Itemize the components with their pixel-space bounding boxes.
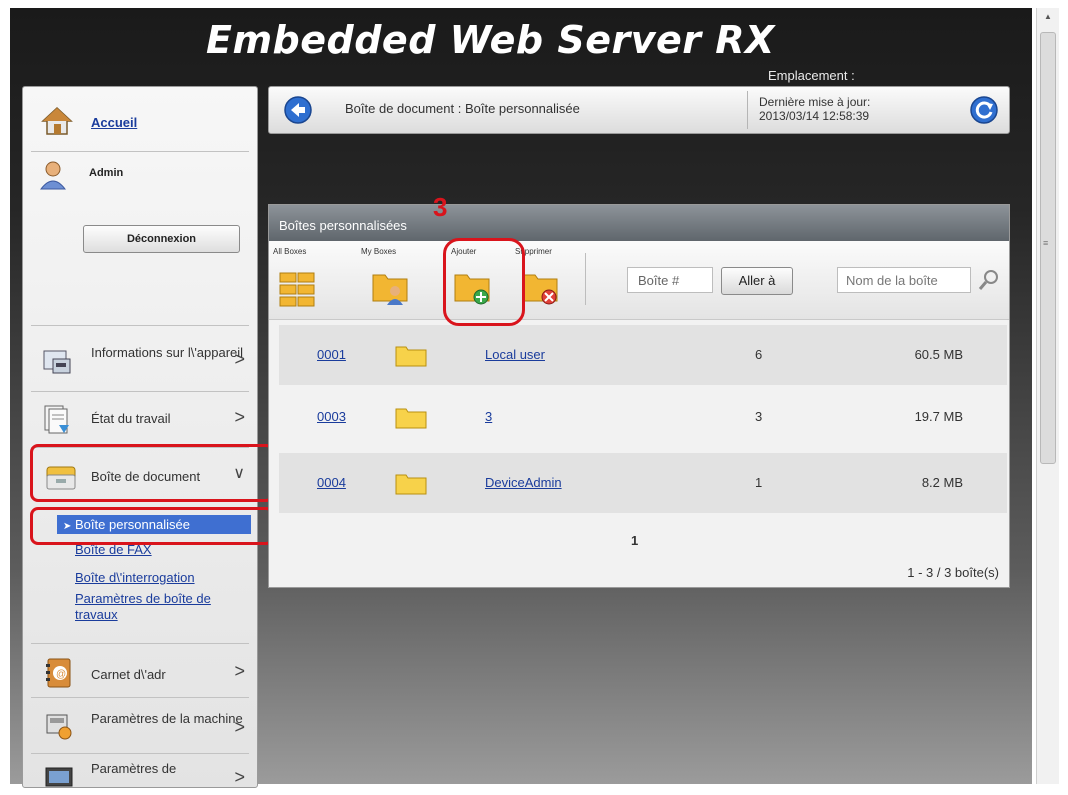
home-link[interactable]: Accueil <box>91 115 137 130</box>
sidebar-item-label: Informations sur l\'appareil <box>91 345 244 360</box>
goto-button[interactable]: Aller à <box>721 267 793 295</box>
box-number-input[interactable]: Boîte # <box>627 267 713 293</box>
highlight-box-2 <box>30 507 274 545</box>
folder-icon <box>395 474 427 495</box>
sidebar-item-label: État du travail <box>91 411 171 426</box>
address-book-icon: @ <box>46 658 71 688</box>
box-size: 19.7 MB <box>914 409 963 424</box>
table-row[interactable]: 0004 DeviceAdmin 1 8.2 MB <box>279 453 1007 513</box>
sidebar: Accueil Admin Déconnexion Informations s… <box>22 86 258 788</box>
job-status-icon <box>44 405 69 434</box>
sidebar-item-label: Carnet d\'adr <box>91 667 166 682</box>
my-boxes-label: My Boxes <box>361 247 397 256</box>
box-size: 8.2 MB <box>921 475 963 490</box>
box-number-link[interactable]: 0001 <box>317 325 346 385</box>
settings-monitor-icon <box>45 767 73 787</box>
box-number-link[interactable]: 0003 <box>317 387 346 447</box>
scroll-grip-icon: ≡ <box>1043 238 1049 248</box>
last-update-label: Dernière mise à jour: <box>759 95 871 109</box>
sidebar-item-label: Paramètres de la machine <box>91 711 243 726</box>
all-boxes-icon[interactable] <box>279 271 315 309</box>
svg-text:@: @ <box>56 669 66 680</box>
last-update-time: 2013/03/14 12:58:39 <box>759 109 870 123</box>
all-boxes-label: All Boxes <box>273 247 307 256</box>
back-arrow-icon[interactable] <box>283 95 313 125</box>
custom-box-panel: Boîtes personnalisées All Boxes My Boxes… <box>268 204 1010 588</box>
box-name-link[interactable]: 3 <box>485 387 492 447</box>
refresh-icon[interactable] <box>969 95 999 125</box>
box-size: 60.5 MB <box>914 347 963 362</box>
panel-header: Boîtes personnalisées <box>269 205 1009 241</box>
box-count-summary: 1 - 3 / 3 boîte(s) <box>907 565 999 580</box>
scroll-up-icon[interactable]: ▲ <box>1037 8 1059 26</box>
user-name: Admin <box>89 167 124 179</box>
box-name-link[interactable]: Local user <box>485 325 545 385</box>
breadcrumb: Boîte de document : Boîte personnalisée <box>345 101 580 116</box>
search-icon[interactable] <box>977 267 1001 293</box>
sidebar-item-address-book[interactable]: @ Carnet d\'adr > <box>31 649 249 695</box>
sidebar-item-settings-more[interactable]: Paramètres de > <box>31 759 249 789</box>
box-file-count: 1 <box>755 475 763 490</box>
highlight-box-3 <box>443 238 525 326</box>
user-avatar-icon <box>39 161 67 190</box>
folder-icon <box>395 408 427 429</box>
toolbar: All Boxes My Boxes Ajouter Supprimer Boî… <box>269 241 1009 320</box>
sidebar-item-device-info[interactable]: Informations sur l\'appareil > <box>31 333 249 389</box>
my-boxes-icon[interactable] <box>371 267 411 307</box>
logout-button[interactable]: Déconnexion <box>83 225 240 253</box>
delete-box-icon[interactable] <box>521 267 561 307</box>
panel-title: Boîtes personnalisées <box>279 218 407 233</box>
home-icon <box>41 106 73 135</box>
machine-settings-icon <box>46 714 72 740</box>
pagination-current-page[interactable]: 1 <box>631 533 638 548</box>
location-label: Emplacement : <box>768 68 855 83</box>
box-file-count: 3 <box>755 409 763 424</box>
vertical-scrollbar[interactable]: ▲ ≡ <box>1036 8 1059 784</box>
chevron-right-icon: > <box>234 717 245 737</box>
sidebar-item-machine-settings[interactable]: Paramètres de la machine > <box>31 701 249 751</box>
folder-icon <box>395 346 427 367</box>
table-row[interactable]: 0003 3 3 19.7 MB <box>279 387 1007 447</box>
box-number-link[interactable]: 0004 <box>317 453 346 513</box>
chevron-right-icon: > <box>234 767 245 787</box>
highlight-box-1 <box>30 444 274 502</box>
sidebar-subitem-job-box-settings[interactable]: Paramètres de boîte de travaux <box>75 591 235 623</box>
device-info-icon <box>43 350 71 374</box>
sidebar-subitem-polling-box[interactable]: Boîte d\'interrogation <box>75 570 195 586</box>
box-name-search-input[interactable]: Nom de la boîte <box>837 267 971 293</box>
chevron-right-icon: > <box>234 661 245 681</box>
app-title: Embedded Web Server RX <box>206 18 775 62</box>
chevron-right-icon: > <box>234 407 245 427</box>
breadcrumb-bar: Boîte de document : Boîte personnalisée … <box>268 86 1010 134</box>
sidebar-item-job-status[interactable]: État du travail > <box>31 395 249 445</box>
box-name-link[interactable]: DeviceAdmin <box>485 453 562 513</box>
box-file-count: 6 <box>755 347 763 362</box>
scroll-thumb[interactable] <box>1040 32 1056 464</box>
table-row[interactable]: 0001 Local user 6 60.5 MB <box>279 325 1007 385</box>
sidebar-item-label: Paramètres de <box>91 761 177 776</box>
annotation-step-3: 3 <box>433 192 448 222</box>
chevron-right-icon: > <box>234 349 245 369</box>
